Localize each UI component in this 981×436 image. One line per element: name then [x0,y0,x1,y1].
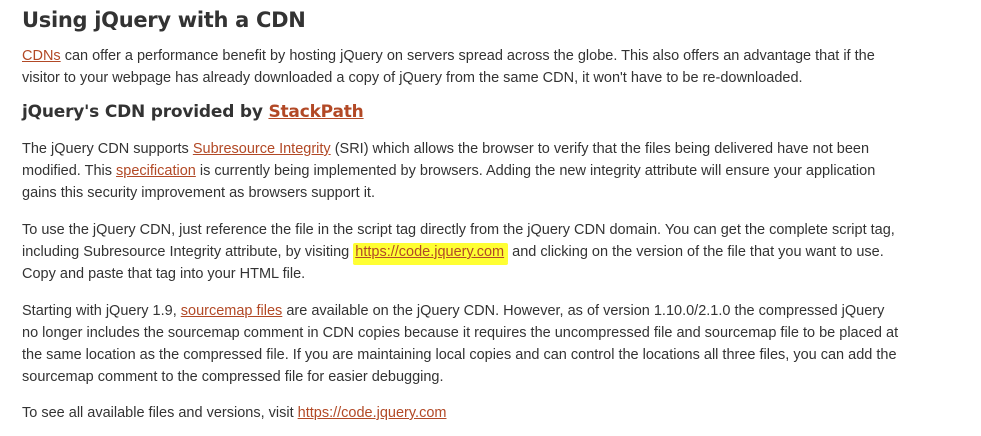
subresource-integrity-link[interactable]: Subresource Integrity [193,141,331,157]
all-files-text: To see all available files and versions,… [22,405,298,421]
section-heading-text: jQuery's CDN provided by [22,102,269,122]
sourcemap-files-link[interactable]: sourcemap files [181,303,283,319]
cdn-intro-paragraph: CDNs can offer a performance benefit by … [22,45,902,89]
page-title: Using jQuery with a CDN [22,8,306,32]
sri-text-1: The jQuery CDN supports [22,141,193,157]
specification-link[interactable]: specification [116,163,196,179]
sourcemap-text-1: Starting with jQuery 1.9, [22,303,181,319]
cdns-link[interactable]: CDNs [22,48,61,64]
code-jquery-highlighted-link[interactable]: https://code.jquery.com [353,243,509,263]
usage-paragraph: To use the jQuery CDN, just reference th… [22,219,902,285]
section-heading: jQuery's CDN provided by StackPath [22,102,364,122]
cdn-intro-text: can offer a performance benefit by hosti… [22,48,875,86]
all-files-paragraph: To see all available files and versions,… [22,402,902,424]
stackpath-link[interactable]: StackPath [268,102,363,122]
sri-paragraph: The jQuery CDN supports Subresource Inte… [22,138,902,204]
sourcemap-paragraph: Starting with jQuery 1.9, sourcemap file… [22,300,902,388]
code-jquery-link[interactable]: https://code.jquery.com [298,405,447,421]
